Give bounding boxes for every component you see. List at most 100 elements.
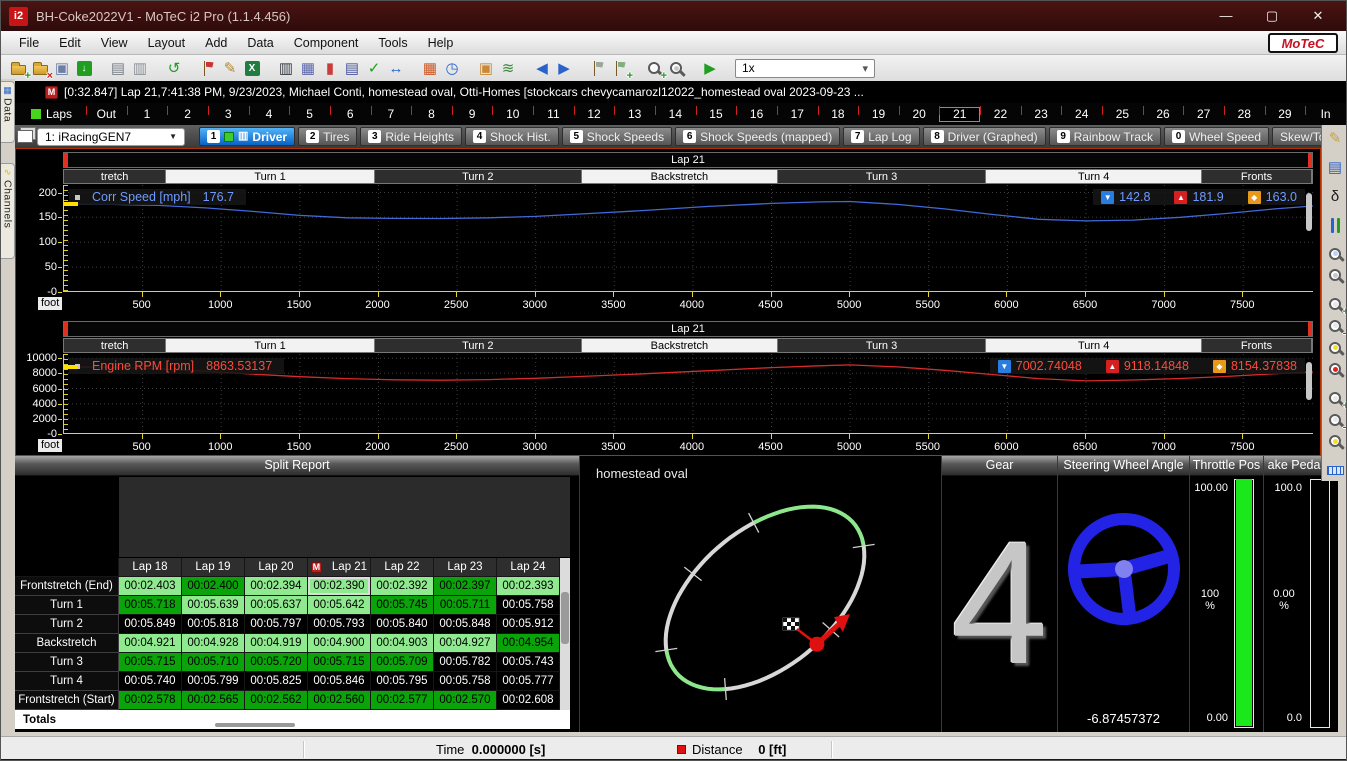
plot-area[interactable]: Corr Speed [mph]176.7▼142.8▲181.9◆163.0 — [63, 185, 1313, 292]
lap-item-19[interactable]: 19 — [858, 107, 899, 122]
split-time-cell[interactable]: 00:05.799 — [182, 672, 245, 691]
menu-layout[interactable]: Layout — [138, 33, 196, 53]
tab-wheel-speed[interactable]: 0Wheel Speed — [1164, 127, 1269, 146]
split-time-cell[interactable]: 00:05.912 — [497, 615, 560, 634]
lap-item-11[interactable]: 11 — [533, 107, 574, 122]
print-preview-icon[interactable]: ▥ — [129, 57, 151, 79]
zoom-cursor-x-icon[interactable] — [1323, 337, 1347, 359]
menu-edit[interactable]: Edit — [49, 33, 91, 53]
split-time-cell[interactable]: 00:05.825 — [245, 672, 308, 691]
delta-icon[interactable]: δ — [1323, 185, 1347, 207]
tab-tires[interactable]: 2Tires — [298, 127, 357, 146]
menu-add[interactable]: Add — [195, 33, 237, 53]
split-time-cell[interactable]: 00:05.642 — [308, 596, 371, 615]
split-time-cell[interactable]: 00:02.562 — [245, 691, 308, 710]
maths-icon[interactable]: ▦ — [297, 57, 319, 79]
tab-shock-hist-[interactable]: 4Shock Hist. — [465, 127, 559, 146]
column-header-lap-21[interactable]: MLap 21 — [308, 558, 371, 577]
play-icon[interactable]: ▶ — [699, 57, 721, 79]
lap-item-22[interactable]: 22 — [980, 107, 1021, 122]
workbook-select[interactable]: 1: iRacingGEN7 ▼ — [37, 128, 185, 146]
split-time-cell[interactable]: 00:02.570 — [434, 691, 497, 710]
close-worksheet-icon[interactable]: × — [29, 57, 51, 79]
brake-panel[interactable]: ake Pedal F 100.0 0.00% 0.0 — [1263, 456, 1338, 732]
split-time-cell[interactable]: 00:05.710 — [182, 653, 245, 672]
split-report-hscroll-thumb[interactable] — [215, 723, 295, 727]
split-time-cell[interactable]: 00:05.797 — [245, 615, 308, 634]
lap-item-28[interactable]: 28 — [1224, 107, 1265, 122]
lap-item-25[interactable]: 25 — [1102, 107, 1143, 122]
vscroll-thumb[interactable] — [561, 592, 569, 644]
maximize-button[interactable]: ▢ — [1262, 8, 1282, 24]
split-time-cell[interactable]: 00:05.745 — [371, 596, 434, 615]
lap-item-24[interactable]: 24 — [1061, 107, 1102, 122]
split-time-cell[interactable]: 00:05.715 — [119, 653, 182, 672]
plot-area[interactable]: Engine RPM [rpm]8863.53137▼7002.74048▲91… — [63, 354, 1313, 434]
split-time-cell[interactable]: 00:05.637 — [245, 596, 308, 615]
lap-item-13[interactable]: 13 — [614, 107, 655, 122]
export-data-icon[interactable]: ↓ — [73, 57, 95, 79]
zoom-in-y-icon[interactable]: + — [1323, 387, 1347, 409]
lap-item-21[interactable]: 21 — [939, 107, 980, 122]
lap-item-7[interactable]: 7 — [371, 107, 412, 122]
zoom-datapoint-icon[interactable]: + — [643, 57, 665, 79]
menu-file[interactable]: File — [9, 33, 49, 53]
split-time-cell[interactable]: 00:02.565 — [182, 691, 245, 710]
column-header-lap-23[interactable]: Lap 23 — [434, 558, 497, 577]
worksheet-edit-icon[interactable]: ✎ — [1323, 128, 1347, 150]
rpm-chart[interactable]: Lap 21tretchTurn 1Turn 2BackstretchTurn … — [16, 319, 1320, 455]
playback-speed-select[interactable]: 1x ▾ — [735, 59, 875, 78]
lap-item-3[interactable]: 3 — [208, 107, 249, 122]
split-time-cell[interactable]: 00:05.795 — [371, 672, 434, 691]
plot-scroll-thumb[interactable] — [1306, 193, 1312, 231]
split-time-cell[interactable]: 00:05.709 — [371, 653, 434, 672]
split-time-cell[interactable]: 00:05.846 — [308, 672, 371, 691]
save-icon[interactable]: ▣ — [51, 57, 73, 79]
lap-item-17[interactable]: 17 — [777, 107, 818, 122]
time-display-icon[interactable]: ◷ — [441, 57, 463, 79]
tab-shock-speeds-mapped-[interactable]: 6Shock Speeds (mapped) — [675, 127, 840, 146]
colour-grid-icon[interactable]: ▦ — [419, 57, 441, 79]
tab-shock-speeds[interactable]: 5Shock Speeds — [562, 127, 672, 146]
lap-item-10[interactable]: 10 — [492, 107, 533, 122]
column-header-lap-18[interactable]: Lap 18 — [119, 558, 182, 577]
menu-help[interactable]: Help — [418, 33, 464, 53]
split-time-cell[interactable]: 00:05.740 — [119, 672, 182, 691]
split-time-cell[interactable]: 00:05.758 — [434, 672, 497, 691]
split-time-cell[interactable]: 00:02.403 — [119, 577, 182, 596]
menu-view[interactable]: View — [91, 33, 138, 53]
split-time-cell[interactable]: 00:02.400 — [182, 577, 245, 596]
split-time-cell[interactable]: 00:05.840 — [371, 615, 434, 634]
menu-component[interactable]: Component — [284, 33, 369, 53]
measure-width-icon[interactable]: ↔ — [385, 57, 407, 79]
lap-item-27[interactable]: 27 — [1183, 107, 1224, 122]
tab-rainbow-track[interactable]: 9Rainbow Track — [1049, 127, 1161, 146]
report-icon[interactable]: ▤ — [341, 57, 363, 79]
left-tab-channels[interactable]: ∿Channels — [1, 163, 15, 259]
lap-item-8[interactable]: 8 — [411, 107, 452, 122]
split-time-cell[interactable]: 00:04.919 — [245, 634, 308, 653]
nav-forward-icon[interactable]: ▶ — [553, 57, 575, 79]
components-icon[interactable]: ▤ — [1323, 157, 1347, 179]
overlay-windows-icon[interactable]: ▣ — [475, 57, 497, 79]
lap-item-29[interactable]: 29 — [1265, 107, 1306, 122]
lap-item-In[interactable]: In — [1305, 107, 1346, 122]
split-time-cell[interactable]: 00:02.577 — [371, 691, 434, 710]
split-time-cell[interactable]: 00:05.639 — [182, 596, 245, 615]
track-map-panel[interactable]: homestead oval — [579, 456, 941, 732]
setup-check-icon[interactable]: ✓ — [363, 57, 385, 79]
column-header-lap-24[interactable]: Lap 24 — [497, 558, 560, 577]
zoom-cursor-y-icon[interactable] — [1323, 431, 1347, 453]
split-time-cell[interactable]: 00:05.758 — [497, 596, 560, 615]
nav-back-icon[interactable]: ◀ — [531, 57, 553, 79]
dual-cursor-icon[interactable] — [1323, 214, 1347, 236]
gear-panel[interactable]: Gear 4 — [941, 456, 1057, 732]
print-icon[interactable]: ▤ — [107, 57, 129, 79]
throttle-panel[interactable]: Throttle Pos 100.00 100% 0.00 — [1189, 456, 1263, 732]
split-time-cell[interactable]: 00:02.393 — [497, 577, 560, 596]
split-time-cell[interactable]: 00:04.900 — [308, 634, 371, 653]
lap-item-15[interactable]: 15 — [696, 107, 737, 122]
lap-item-4[interactable]: 4 — [249, 107, 290, 122]
split-time-cell[interactable]: 00:02.392 — [371, 577, 434, 596]
lap-item-23[interactable]: 23 — [1021, 107, 1062, 122]
